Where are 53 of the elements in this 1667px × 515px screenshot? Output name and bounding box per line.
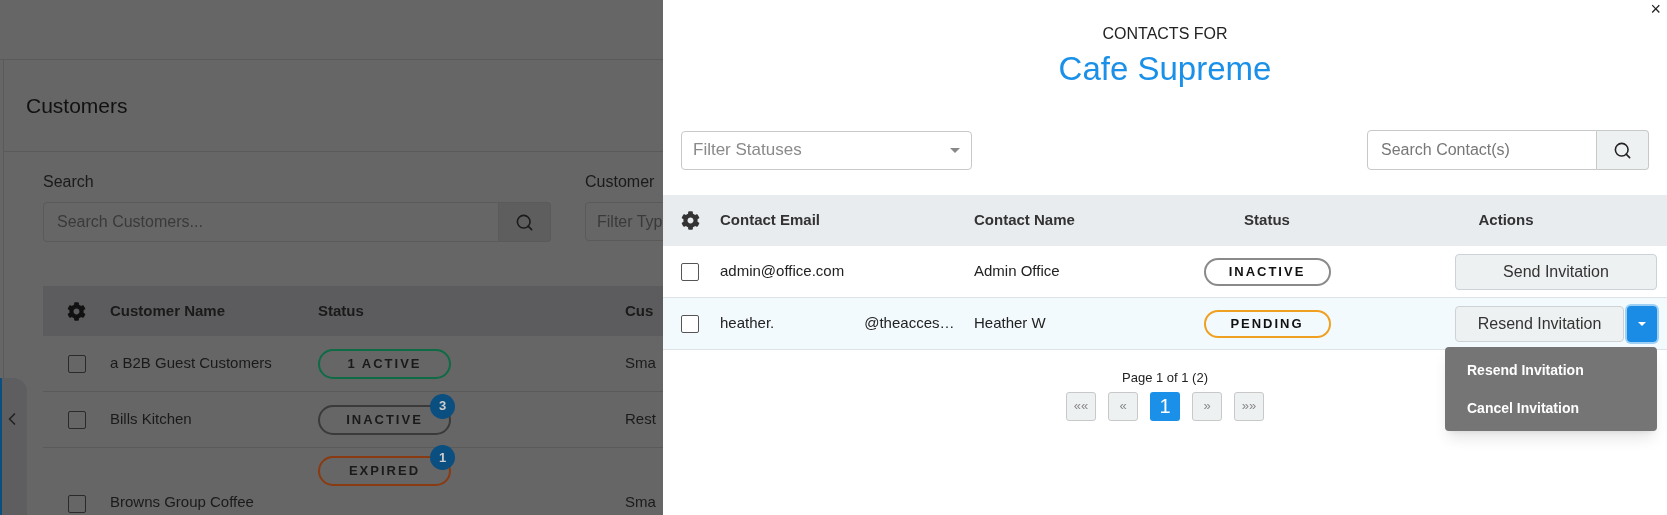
row-checkbox[interactable] — [681, 262, 699, 281]
contact-search-field[interactable]: Search Contact(s) — [1367, 130, 1597, 170]
status-badge: PENDING — [1203, 309, 1331, 338]
invitation-button[interactable]: Resend Invitation — [1455, 305, 1624, 342]
column-header: Actions — [1477, 210, 1535, 231]
page-button[interactable]: « — [1108, 391, 1138, 421]
table-cell-text: a B2B Guest Customers — [110, 353, 273, 374]
email-text: admin@office.com — [720, 261, 845, 282]
settings-icon[interactable] — [681, 211, 700, 230]
table-cell-text: Sma — [625, 491, 656, 512]
filter-label: Customer — [585, 172, 656, 192]
row-checkbox[interactable] — [67, 495, 86, 513]
row-checkbox[interactable] — [67, 354, 86, 373]
count-badge: 1 — [430, 445, 455, 470]
panel-title: Cafe Supreme — [1058, 49, 1272, 89]
search-label: Search — [43, 172, 95, 192]
invitation-button[interactable]: Send Invitation — [1455, 253, 1657, 290]
page-button[interactable]: » — [1192, 391, 1222, 421]
close-button[interactable]: × — [1650, 0, 1661, 18]
panel-subtitle: CONTACTS FOR — [1102, 24, 1228, 44]
count-badge: 3 — [430, 393, 455, 419]
caret-icon — [1638, 321, 1646, 326]
table-cell-text: Rest — [625, 409, 656, 430]
caret-icon — [950, 147, 960, 153]
status-badge: 1 ACTIVE — [318, 348, 451, 379]
column-header: Contact Name — [974, 210, 1076, 231]
column-header: Contact Email — [720, 210, 822, 231]
table-cell-text: Bills Kitchen — [110, 409, 193, 430]
page-button[interactable]: »» — [1234, 391, 1264, 421]
menu-item[interactable]: Resend Invitation — [1445, 351, 1657, 389]
status-badge: INACTIVE — [1203, 257, 1331, 286]
table-cell-text: Admin Office — [974, 261, 1061, 282]
column-header: Customer Name — [110, 300, 227, 321]
row-checkbox[interactable] — [67, 410, 86, 429]
table-cell-text: Sma — [625, 353, 656, 374]
search-icon — [515, 212, 534, 232]
search-icon — [1613, 140, 1632, 160]
page-button[interactable]: «« — [1066, 391, 1096, 421]
email-text: @theacces… — [864, 313, 955, 334]
menu-item[interactable]: Cancel Invitation — [1445, 389, 1657, 427]
dropdown-toggle[interactable] — [1627, 305, 1657, 342]
page-title: Customers — [26, 92, 128, 119]
column-header: Status — [318, 300, 365, 321]
page-summary: Page 1 of 1 (2) — [1122, 369, 1208, 387]
table-cell-text: Browns Group Coffee — [110, 491, 255, 512]
status-filter-dropdown[interactable]: Filter Statuses — [681, 130, 972, 170]
column-header: Cus — [625, 300, 654, 321]
collapse-tab[interactable] — [0, 378, 27, 515]
row-checkbox[interactable] — [681, 314, 699, 333]
page-button[interactable]: 1 — [1150, 391, 1180, 421]
column-header: Status — [1243, 210, 1291, 231]
email-text: heather. — [720, 313, 775, 334]
table-cell-text: Heather W — [974, 313, 1047, 334]
